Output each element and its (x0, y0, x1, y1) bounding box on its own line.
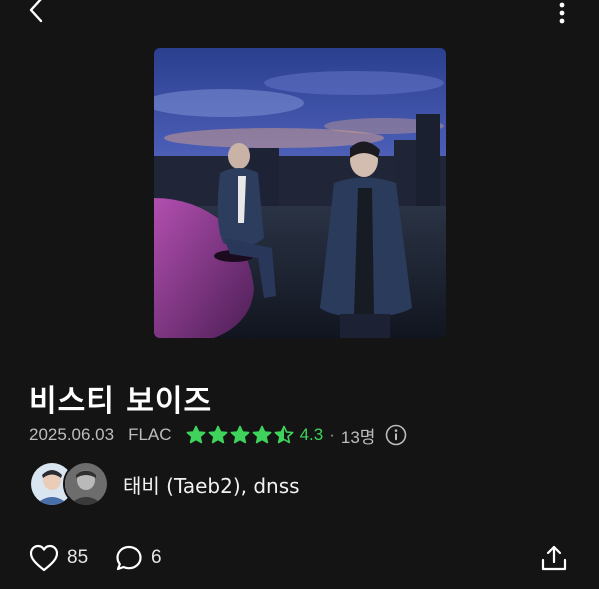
album-title: 비스티 보이즈 (29, 384, 213, 419)
comment-button[interactable]: 6 (115, 543, 162, 573)
like-button[interactable]: 85 (29, 543, 88, 573)
info-icon[interactable] (385, 424, 407, 446)
like-count: 85 (67, 547, 89, 568)
chevron-left-icon (29, 0, 43, 23)
star-filled-icon (186, 425, 205, 444)
album-cover-image[interactable] (154, 48, 446, 338)
back-button[interactable] (18, 0, 54, 26)
heart-icon (29, 544, 59, 572)
star-half-icon (274, 425, 293, 444)
audio-format-label: FLAC (128, 425, 172, 444)
rating-count: 13명 (340, 427, 376, 447)
more-vertical-icon (559, 2, 565, 24)
star-filled-icon (208, 425, 227, 444)
artist-avatar[interactable] (63, 461, 109, 507)
comment-count: 6 (151, 547, 162, 568)
star-rating[interactable] (186, 425, 294, 445)
artist-row[interactable]: 태비 (Taeb2), dnss (29, 460, 300, 508)
release-date: 2025.06.03 (29, 425, 115, 444)
star-filled-icon (252, 425, 271, 444)
album-meta-row: 2025.06.03 FLAC 4.3 · 13명 (29, 424, 407, 447)
rating-score: 4.3 (299, 425, 324, 444)
separator-dot: · (329, 425, 335, 444)
share-icon (541, 545, 567, 571)
share-button[interactable] (538, 542, 570, 574)
artist-names[interactable]: 태비 (Taeb2), dnss (123, 470, 300, 499)
comment-icon (116, 545, 142, 571)
more-options-button[interactable] (548, 0, 576, 28)
star-filled-icon (230, 425, 249, 444)
